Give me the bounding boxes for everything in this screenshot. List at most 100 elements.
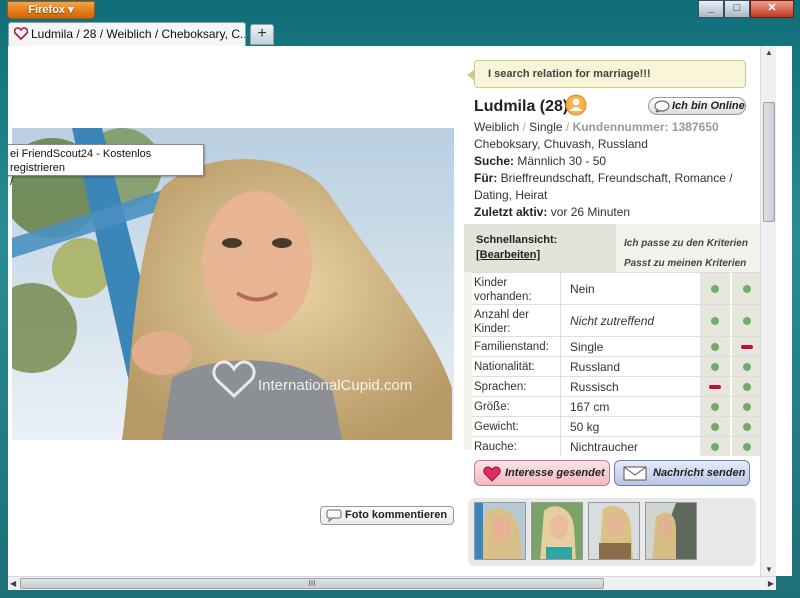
minimize-button[interactable]: _ [698,0,724,18]
match-yes-icon [743,363,751,371]
scroll-right-arrow-icon[interactable]: ▶ [768,579,774,588]
scroll-up-arrow-icon[interactable]: ▲ [765,48,773,57]
photo-thumbnails [468,498,756,566]
horizontal-scrollbar[interactable]: ◀ III ▶ [8,576,776,590]
scroll-grip: III [308,579,316,588]
online-button[interactable]: Ich bin Online [648,97,746,115]
new-tab-button[interactable]: + [250,24,274,45]
photo-watermark: InternationalCupid.com [258,377,412,394]
thumbnail[interactable] [474,502,526,560]
last-active: Zuletzt aktiv: vor 26 Minuten [474,205,630,219]
vertical-scroll-thumb[interactable] [763,102,775,222]
column-divider [560,437,561,456]
gender: Weiblich [474,120,520,134]
match-yes-icon [743,383,751,391]
for-value-1: Brieffreundschaft, Freundschaft, Romance… [500,171,733,185]
criteria-label: Größe: [474,401,510,413]
comment-icon [326,509,342,522]
match-cell-i-fit [700,273,730,304]
vertical-scrollbar[interactable]: ▲ ▼ [760,46,776,576]
match-headers: Ich passe zu den Kriterien Passt zu mein… [616,224,760,272]
online-label: Ich bin Online [672,100,745,112]
criteria-label: Gewicht: [474,421,519,433]
match-cell-fits-me [732,437,762,456]
horizontal-scroll-thumb[interactable]: III [20,578,604,589]
window-controls: _ □ ✕ [698,0,794,18]
match-yes-icon [743,285,751,293]
firefox-menu-button[interactable]: Firefox ▾ [7,1,95,19]
chat-bubble-icon [654,100,670,113]
tooltip-text: ei FriendScout24 - Kostenlos registriere… [10,148,152,174]
criteria-value: Russland [570,360,621,374]
column-divider [560,305,561,336]
match-header-2: Passt zu meinen Kriterien [624,258,747,269]
profile-panel: I search relation for marriage!!! Ludmil… [464,46,762,576]
criteria-label: Kinder vorhanden: [474,277,532,303]
close-button[interactable]: ✕ [750,0,794,18]
edit-link[interactable]: [Bearbeiten] [476,249,616,261]
criteria-label: Familienstand: [474,341,549,353]
criteria-value: 50 kg [570,420,600,434]
match-yes-icon [743,443,751,451]
column-divider [560,397,561,416]
criteria-row: Gewicht: 50 kg [472,416,762,436]
match-yes-icon [711,343,719,351]
tooltip-text-line2: / [10,176,14,188]
scroll-left-arrow-icon[interactable]: ◀ [10,579,16,588]
profile-basics: Weiblich / Single / Kundennummer: 138765… [474,120,719,134]
match-yes-icon [711,423,719,431]
match-cell-i-fit [700,437,730,456]
criteria-label: Sprachen: [474,381,527,393]
criteria-rows: Kinder vorhanden: Nein Anzahl der Kinder: N… [472,272,762,456]
message-label: Nachricht senden [653,467,746,479]
envelope-icon [623,466,647,481]
criteria-value: Nichtraucher [570,440,639,454]
customer-number: Kundennummer: 1387650 [572,120,719,134]
match-cell-fits-me [732,273,762,304]
match-yes-icon [743,317,751,325]
match-cell-fits-me [732,377,762,396]
match-yes-icon [711,285,719,293]
tab-bar: Ludmila / 28 / Weiblich / Cheboksary, C.… [8,22,792,46]
profile-name: Ludmila (28) [474,98,569,115]
criteria-row: Nationalität: Russland [472,356,762,376]
last-active-value: vor 26 Minuten [550,205,631,219]
match-cell-i-fit [700,305,730,336]
looking-for: Für: Brieffreundschaft, Freundschaft, Ro… [474,171,733,185]
criteria-row: Kinder vorhanden: Nein [472,272,762,304]
interest-button[interactable]: Interesse gesendet [474,460,610,486]
scroll-down-arrow-icon[interactable]: ▼ [765,565,773,574]
column-divider [560,417,561,436]
profile-headline: I search relation for marriage!!! [467,60,746,88]
criteria-value: 167 cm [570,400,610,414]
heart-favicon-icon [14,27,28,40]
criteria-value: Single [570,340,604,354]
criteria-label: Rauche: [474,441,517,453]
match-cell-fits-me [732,305,762,336]
match-cell-fits-me [732,337,762,356]
thumbnail[interactable] [588,502,640,560]
criteria-row: Familienstand: Single [472,336,762,356]
maximize-button[interactable]: □ [724,0,750,18]
tab-profile[interactable]: Ludmila / 28 / Weiblich / Cheboksary, C.… [8,22,246,46]
match-cell-fits-me [732,397,762,416]
interest-label: Interesse gesendet [505,467,605,479]
photo-comment-button[interactable]: Foto kommentieren [320,506,454,525]
match-no-icon [709,385,721,389]
column-divider [560,273,561,304]
match-cell-fits-me [732,417,762,436]
criteria-row: Anzahl der Kinder: Nicht zutreffend [472,304,762,336]
match-yes-icon [711,317,719,325]
photo-comment-label: Foto kommentieren [345,509,448,521]
criteria-label: Anzahl der Kinder: [474,309,529,335]
thumbnail[interactable] [645,502,697,560]
person-icon [565,94,587,116]
thumbnail[interactable] [531,502,583,560]
column-divider [560,337,561,356]
last-active-label: Zuletzt aktiv: [474,205,548,219]
criteria-value: Nein [570,282,595,296]
message-button[interactable]: Nachricht senden [614,460,750,486]
column-divider [560,377,561,396]
criteria-value: Nicht zutreffend [570,314,655,328]
page-content: InternationalCupid.com ei FriendScout24 … [8,46,792,576]
